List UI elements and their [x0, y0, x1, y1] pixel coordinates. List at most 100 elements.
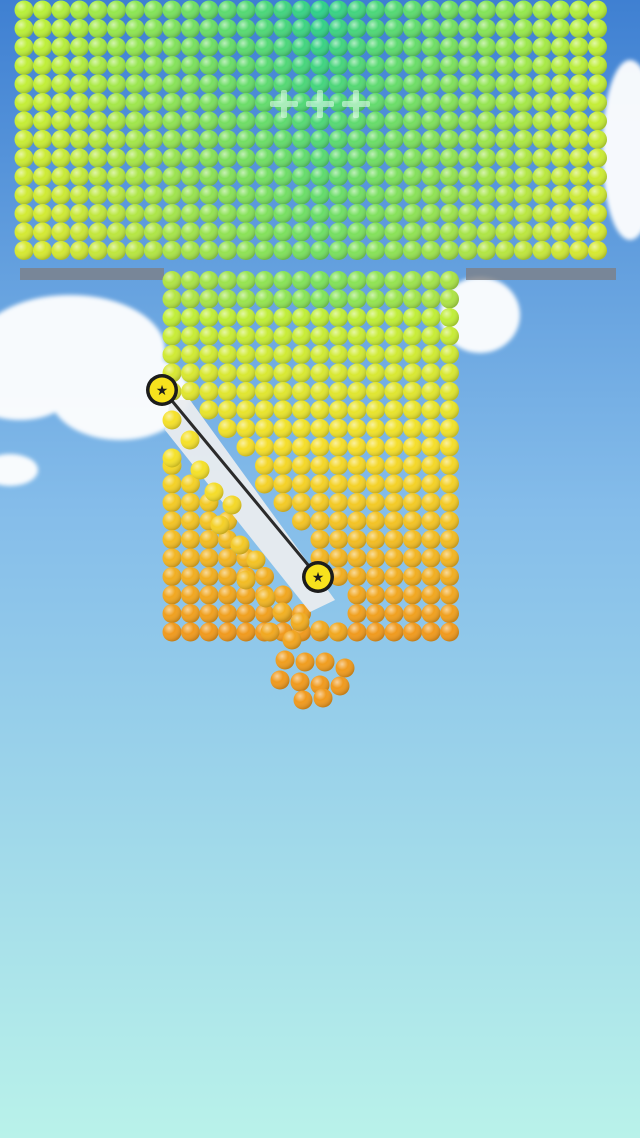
ball-shine: [125, 93, 145, 112]
falling-ball-shine: [162, 410, 182, 430]
ball-shine: [366, 622, 385, 642]
ball-shine: [551, 0, 570, 20]
ball-shine: [181, 493, 200, 512]
ball-shine: [70, 37, 89, 57]
ball-shine: [199, 37, 219, 57]
ball-shine: [273, 289, 293, 309]
ball-shine: [236, 111, 256, 131]
plus-icon: [342, 90, 370, 118]
falling-ball-shine: [236, 570, 256, 590]
ball-shine: [88, 130, 108, 149]
ball-shine: [70, 111, 89, 131]
ball-shine: [514, 111, 533, 131]
ball-shine: [440, 204, 459, 223]
ball-shine: [51, 93, 71, 112]
ball-shine: [14, 204, 34, 223]
ball-shine: [366, 148, 385, 168]
ball-shine: [273, 474, 293, 494]
ball-shine: [421, 56, 441, 75]
ball-shine: [440, 130, 459, 149]
ball-shine: [384, 345, 404, 364]
ball-shine: [329, 56, 348, 75]
ball-shine: [403, 308, 422, 327]
ball-shine: [255, 222, 274, 242]
ball-shine: [347, 382, 367, 401]
ball-shine: [292, 148, 311, 168]
ball-shine: [144, 222, 163, 242]
ball-shine: [292, 345, 311, 364]
ball-shine: [199, 130, 219, 149]
ball-shine: [384, 130, 404, 149]
ball-shine: [199, 326, 219, 346]
falling-ball-shine: [293, 690, 313, 710]
ball-shine: [403, 93, 422, 112]
ball-shine: [310, 148, 330, 168]
ball-shine: [236, 437, 256, 457]
falling-ball-shine: [282, 630, 302, 650]
ball-shine: [569, 185, 589, 205]
ball-shine: [273, 456, 293, 475]
ball-shine: [458, 167, 478, 186]
ball-shine: [477, 130, 496, 149]
ball-shine: [310, 419, 330, 438]
ball-shine: [292, 382, 311, 401]
ball-shine: [292, 437, 311, 457]
ball-shine: [514, 37, 533, 57]
ball-shine: [421, 548, 441, 568]
ball-shine: [144, 93, 163, 112]
pin-bottom[interactable]: ★: [302, 561, 334, 593]
ball-shine: [384, 241, 404, 260]
ball-shine: [273, 222, 293, 242]
ball-shine: [532, 74, 552, 94]
ball-shine: [347, 326, 367, 346]
ball-shine: [236, 400, 256, 420]
ball-shine: [458, 241, 478, 260]
ball-shine: [440, 111, 459, 131]
ball-shine: [403, 530, 422, 549]
ball-shine: [384, 93, 404, 112]
ball-shine: [236, 271, 256, 290]
ball-shine: [403, 493, 422, 512]
ball-shine: [347, 345, 367, 364]
ball-shine: [199, 400, 219, 420]
ball-shine: [310, 185, 330, 205]
game-scene[interactable]: ★ ★: [0, 0, 640, 1138]
ball-shine: [403, 0, 422, 20]
ball-shine: [551, 222, 570, 242]
falling-ball-shine: [260, 622, 280, 642]
ball-shine: [440, 271, 459, 290]
ball-shine: [421, 241, 441, 260]
ball-shine: [366, 493, 385, 512]
ball-shine: [403, 326, 422, 346]
ball-shine: [347, 585, 367, 605]
ball-shine: [421, 363, 441, 383]
ball-shine: [569, 204, 589, 223]
ball-shine: [88, 167, 108, 186]
ball-shine: [14, 111, 34, 131]
ball-shine: [532, 148, 552, 168]
ball-shine: [162, 185, 182, 205]
ball-shine: [440, 622, 459, 642]
ball-shine: [366, 37, 385, 57]
ball-shine: [588, 222, 607, 242]
ball-shine: [236, 130, 256, 149]
ball-shine: [421, 222, 441, 242]
ball-shine: [181, 622, 200, 642]
ball-shine: [440, 185, 459, 205]
ball-shine: [458, 222, 478, 242]
ball-shine: [218, 326, 237, 346]
ball-shine: [347, 363, 367, 383]
ball-shine: [162, 548, 182, 568]
falling-ball-shine: [230, 535, 250, 555]
ball-shine: [532, 37, 552, 57]
ball-shine: [33, 130, 52, 149]
ball-shine: [181, 326, 200, 346]
ball-shine: [477, 222, 496, 242]
ball-shine: [255, 289, 274, 309]
ball-shine: [347, 204, 367, 223]
ball-shine: [107, 167, 126, 186]
ball-shine: [181, 56, 200, 75]
pin-top[interactable]: ★: [146, 374, 178, 406]
ball-shine: [199, 56, 219, 75]
ball-shine: [588, 130, 607, 149]
